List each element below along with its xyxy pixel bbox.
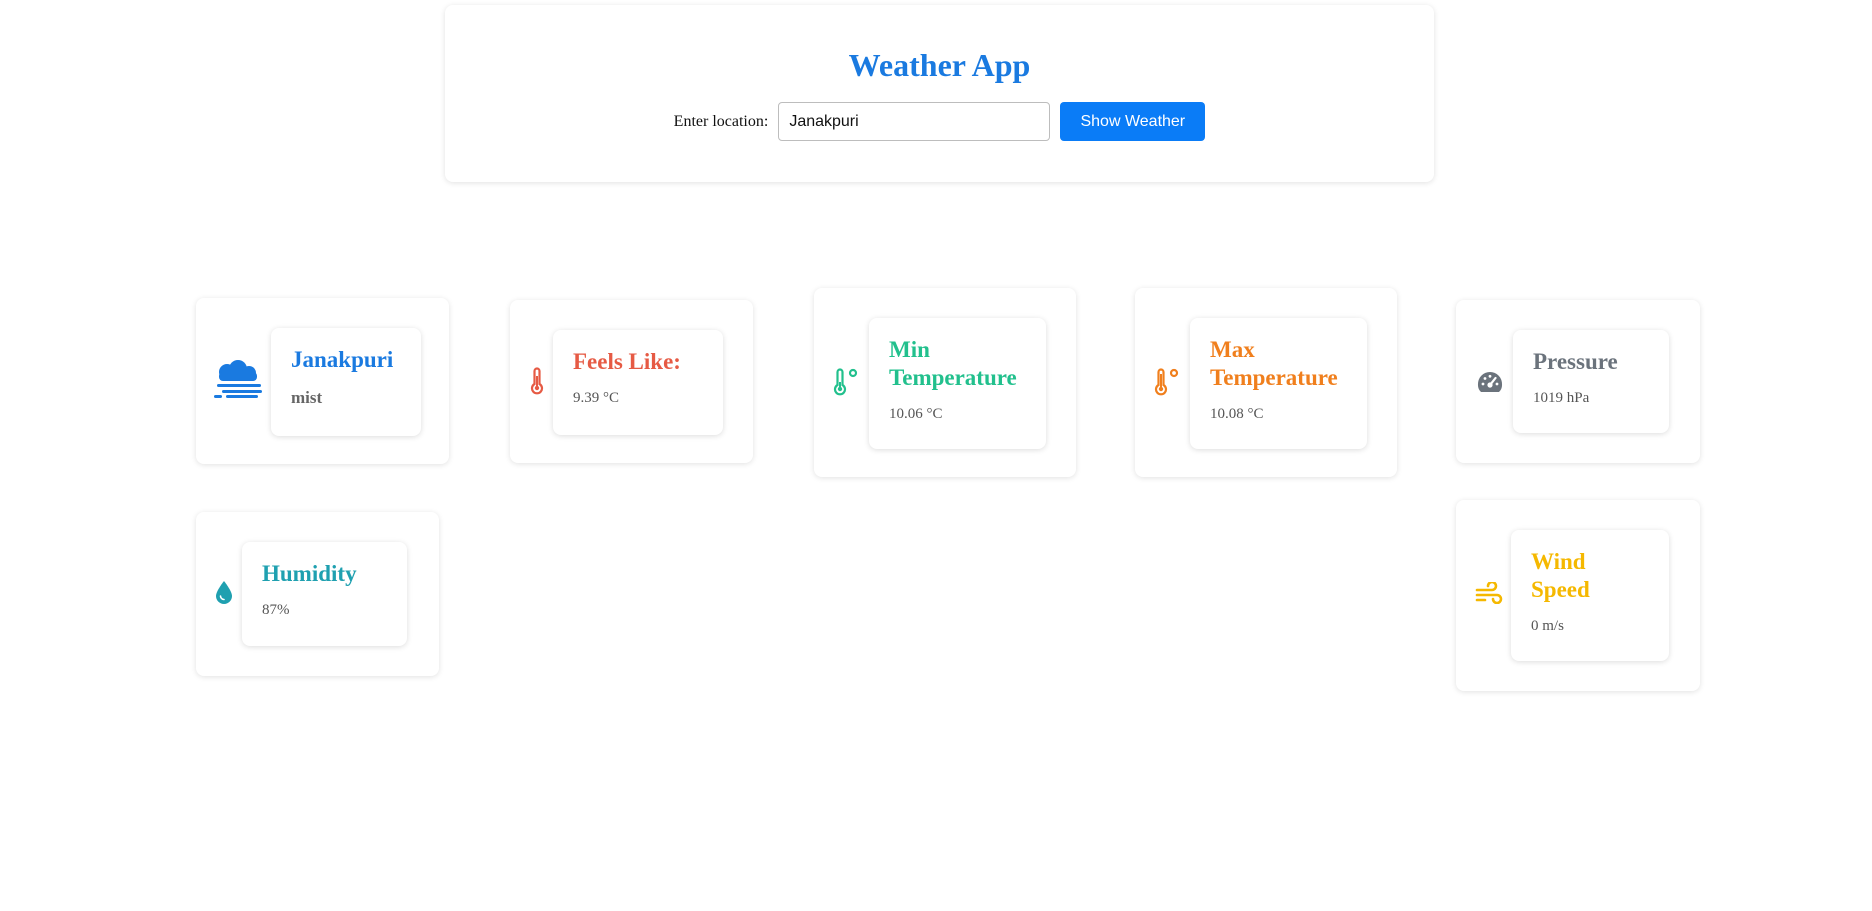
wind-speed-title: Wind Speed: [1531, 549, 1590, 602]
pressure-title: Pressure: [1533, 349, 1618, 374]
search-row: Enter location: Show Weather: [445, 102, 1434, 141]
weather-description: mist: [291, 388, 323, 407]
feels-like-inner-card: Feels Like: 9.39 °C: [553, 330, 723, 435]
feels-like-title: Feels Like:: [573, 349, 681, 374]
gauge-icon: [1477, 372, 1503, 392]
location-label: Enter location:: [673, 112, 769, 130]
droplet-icon: [216, 581, 232, 604]
wind-speed-value: 0 m/s: [1531, 618, 1564, 634]
pressure-value: 1019 hPa: [1533, 390, 1590, 406]
location-name: Janakpuri: [291, 347, 394, 372]
wind-speed-card: Wind Speed 0 m/s: [1456, 500, 1700, 691]
thermometer-high-icon: [1154, 368, 1179, 396]
app-title: Weather App: [848, 47, 1031, 83]
location-inner-card: Janakpuri mist: [271, 328, 421, 436]
pressure-inner-card: Pressure 1019 hPa: [1513, 330, 1669, 433]
humidity-title: Humidity: [262, 561, 357, 586]
wind-icon: [1475, 582, 1503, 604]
location-input[interactable]: [778, 102, 1051, 141]
feels-like-card: Feels Like: 9.39 °C: [510, 300, 753, 463]
min-temperature-title: Min Temperature: [889, 337, 1017, 390]
header-card: Weather App Enter location: Show Weather: [445, 5, 1434, 182]
thermometer-low-icon: [833, 368, 858, 396]
feels-like-value: 9.39 °C: [573, 390, 620, 406]
show-weather-button[interactable]: Show Weather: [1060, 102, 1206, 141]
max-temperature-card: Max Temperature 10.08 °C: [1135, 288, 1397, 477]
fog-icon: [214, 360, 262, 398]
pressure-card: Pressure 1019 hPa: [1456, 300, 1700, 463]
humidity-card: Humidity 87%: [196, 512, 439, 676]
max-temperature-title: Max Temperature: [1210, 337, 1338, 390]
humidity-inner-card: Humidity 87%: [242, 542, 407, 646]
min-temperature-value: 10.06 °C: [889, 406, 943, 422]
max-temperature-inner-card: Max Temperature 10.08 °C: [1190, 318, 1367, 449]
min-temperature-inner-card: Min Temperature 10.06 °C: [869, 318, 1046, 449]
thermometer-icon: [530, 367, 544, 395]
min-temperature-card: Min Temperature 10.06 °C: [814, 288, 1076, 477]
max-temperature-value: 10.08 °C: [1210, 406, 1264, 422]
wind-speed-inner-card: Wind Speed 0 m/s: [1511, 530, 1669, 661]
location-card: Janakpuri mist: [196, 298, 449, 464]
humidity-value: 87%: [262, 602, 290, 618]
